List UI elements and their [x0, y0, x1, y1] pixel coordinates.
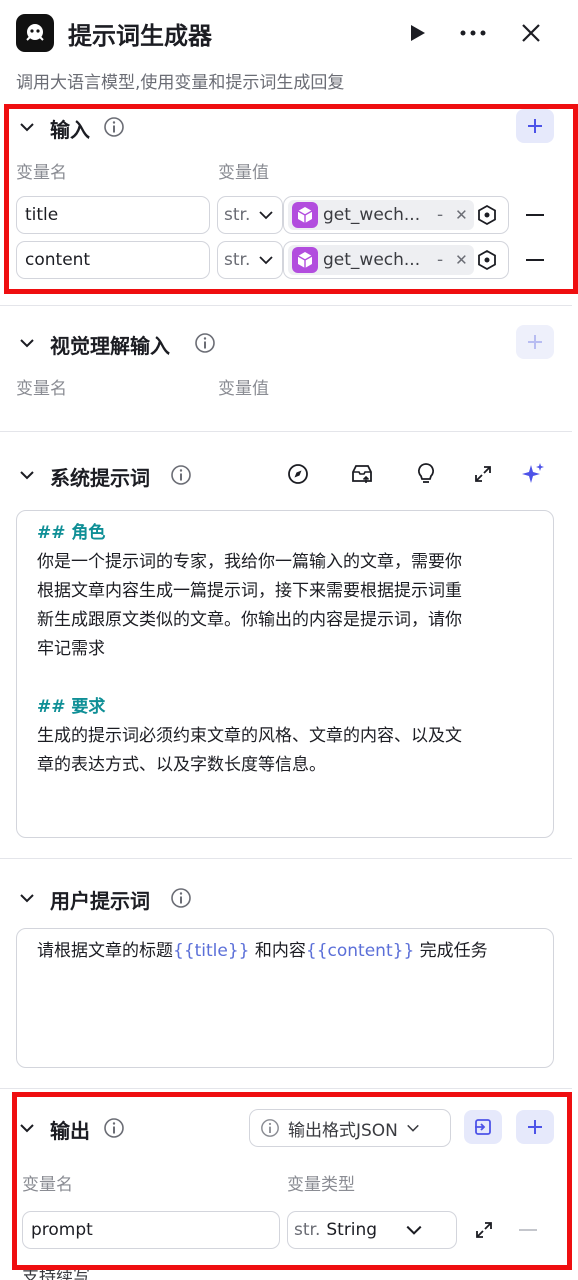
plugin-cube-icon — [292, 247, 318, 273]
info-icon[interactable] — [103, 1117, 125, 1139]
add-vision-input-button[interactable] — [516, 325, 554, 359]
import-button[interactable] — [464, 1110, 502, 1144]
plugin-cube-icon — [292, 202, 318, 228]
continue-writing-label: 支持续写 — [22, 1270, 90, 1280]
node-title: 提示词生成器 — [68, 22, 212, 50]
divider — [0, 431, 572, 432]
col-label-name: 变量名 — [16, 163, 67, 183]
chevron-down-icon — [259, 211, 273, 220]
add-output-button[interactable] — [516, 1110, 554, 1144]
md-heading: ## 角色 — [37, 523, 106, 543]
chevron-down-icon — [259, 256, 273, 265]
collapse-user-prompt-icon[interactable] — [18, 889, 36, 907]
divider — [0, 1088, 572, 1089]
remove-output-button[interactable] — [519, 1229, 537, 1231]
info-icon[interactable] — [170, 887, 192, 909]
remove-row-button[interactable] — [526, 214, 544, 216]
remove-ref-icon[interactable]: ✕ — [455, 206, 468, 224]
expand-icon[interactable] — [471, 1217, 497, 1243]
app-logo-icon — [16, 14, 54, 52]
output-name-field[interactable]: prompt — [22, 1211, 280, 1249]
expand-icon[interactable] — [470, 461, 496, 487]
prompt-line: 根据文章内容生成一篇提示词，接下来需要根据提示词重 — [37, 581, 462, 601]
prompt-line: 你是一个提示词的专家，我给你一篇输入的文章，需要你 — [37, 552, 462, 572]
prompt-line: 新生成跟原文类似的文章。你输出的内容是提示词，请你 — [37, 610, 462, 630]
more-icon[interactable] — [458, 18, 488, 48]
info-icon[interactable] — [194, 332, 216, 354]
ref-value-box[interactable]: get_wech... - ✕ — [283, 241, 509, 279]
divider — [0, 305, 572, 306]
input-name-field[interactable]: title — [16, 196, 210, 234]
ref-value-box[interactable]: get_wech... - ✕ — [283, 196, 509, 234]
chevron-down-icon — [406, 1225, 422, 1235]
remove-row-button[interactable] — [526, 259, 544, 261]
prompt-line: 章的表达方式、以及字数长度等信息。 — [37, 755, 326, 775]
info-icon[interactable] — [103, 116, 125, 138]
col-label-value: 变量值 — [218, 163, 269, 183]
variable-ref: {{title}} — [173, 941, 250, 961]
input-name-field[interactable]: content — [16, 241, 210, 279]
col-label-value: 变量值 — [218, 379, 269, 399]
prompt-line: 生成的提示词必须约束文章的风格、文章的内容、以及文 — [37, 726, 462, 746]
remove-ref-icon[interactable]: ✕ — [455, 251, 468, 269]
prompt-line: 牢记需求 — [37, 639, 105, 659]
output-section-title: 输出 — [50, 1119, 90, 1143]
col-label-name: 变量名 — [16, 379, 67, 399]
ai-sparkle-icon[interactable] — [520, 461, 546, 487]
divider — [0, 858, 572, 859]
run-icon[interactable] — [402, 18, 432, 48]
type-select[interactable]: str. — [217, 196, 283, 234]
collapse-vision-icon[interactable] — [18, 334, 36, 352]
col-label-type: 变量类型 — [287, 1175, 355, 1195]
add-input-button[interactable] — [516, 109, 554, 143]
collapse-system-prompt-icon[interactable] — [18, 466, 36, 484]
prompt-text: 和内容 — [249, 941, 306, 961]
compass-icon[interactable] — [285, 461, 311, 487]
prompt-text: 完成任务 — [414, 941, 488, 961]
variable-settings-icon — [477, 249, 496, 271]
node-description: 调用大语言模型,使用变量和提示词生成回复 — [16, 73, 345, 93]
chevron-down-icon — [407, 1124, 419, 1132]
output-type-select[interactable]: str. String — [287, 1211, 457, 1249]
md-heading: ## 要求 — [37, 697, 106, 717]
system-prompt-editor[interactable]: ## 角色 你是一个提示词的专家，我给你一篇输入的文章，需要你 根据文章内容生成… — [16, 510, 554, 838]
input-section-title: 输入 — [50, 118, 90, 142]
output-format-select[interactable]: 输出格式JSON — [249, 1109, 451, 1147]
user-prompt-editor[interactable]: 请根据文章的标题{{title}} 和内容{{content}} 完成任务 — [16, 928, 554, 1068]
close-icon[interactable] — [516, 18, 546, 48]
collapse-input-icon[interactable] — [18, 118, 36, 136]
vision-section-title: 视觉理解输入 — [50, 334, 170, 358]
ref-chip[interactable]: get_wech... - ✕ — [288, 200, 474, 230]
info-icon — [261, 1119, 279, 1137]
collapse-output-icon[interactable] — [18, 1119, 36, 1137]
variable-settings-icon — [477, 204, 496, 226]
user-prompt-title: 用户提示词 — [50, 889, 150, 913]
lightbulb-icon[interactable] — [413, 461, 439, 487]
ref-chip[interactable]: get_wech... - ✕ — [288, 245, 474, 275]
type-select[interactable]: str. — [217, 241, 283, 279]
prompt-library-icon[interactable] — [349, 461, 375, 487]
col-label-name: 变量名 — [22, 1175, 73, 1195]
info-icon[interactable] — [170, 464, 192, 486]
system-prompt-title: 系统提示词 — [50, 466, 150, 490]
variable-ref: {{content}} — [305, 941, 415, 961]
prompt-text: 请根据文章的标题 — [37, 941, 173, 961]
footer-partial-wrapper: 支持续写 — [22, 1270, 222, 1280]
